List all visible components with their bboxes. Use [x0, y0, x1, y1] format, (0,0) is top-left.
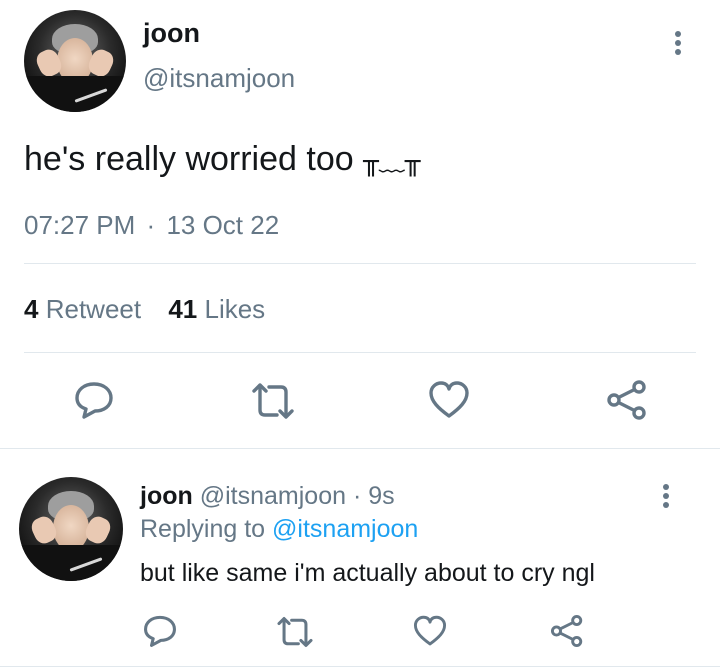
retweets-label: Retweet [45, 294, 142, 324]
replying-to: Replying to @itsnamjoon [140, 513, 418, 545]
tweet-time: 07:27 PM [24, 210, 136, 240]
reply-tweet[interactable]: joon @itsnamjoon · 9s Replying to @itsna… [0, 449, 720, 670]
timestamp-separator: · [146, 210, 156, 240]
reply-age: 9s [368, 482, 395, 510]
divider [24, 352, 696, 353]
reply-button[interactable] [143, 614, 177, 648]
retweet-button[interactable] [275, 616, 315, 648]
like-button[interactable] [413, 614, 447, 648]
avatar-shirt [19, 544, 123, 581]
retweets-stat[interactable]: 4 Retweet [24, 294, 148, 324]
reply-button[interactable] [74, 380, 114, 420]
divider [24, 263, 696, 264]
tweet-text: he's really worried too ╥﹏╥ [24, 139, 420, 182]
reply-icon [144, 615, 176, 647]
divider [0, 666, 720, 667]
author-name[interactable]: joon [143, 17, 200, 49]
tweet-date: 13 Oct 22 [166, 210, 280, 240]
retweets-count: 4 [24, 294, 39, 324]
share-icon [607, 380, 646, 420]
reply-header: joon @itsnamjoon · 9s [140, 480, 395, 512]
main-tweet: joon @itsnamjoon he's really worried too… [0, 0, 720, 448]
share-button[interactable] [606, 380, 648, 420]
avatar[interactable] [24, 10, 126, 112]
retweet-button[interactable] [250, 382, 296, 420]
reply-author-name[interactable]: joon [140, 482, 193, 510]
author-handle[interactable]: @itsnamjoon [143, 62, 295, 94]
reply-separator: · [352, 482, 362, 510]
like-button[interactable] [428, 380, 470, 420]
avatar[interactable] [19, 477, 123, 581]
share-button[interactable] [550, 614, 584, 648]
reply-icon [75, 382, 113, 419]
avatar-shirt [24, 76, 126, 112]
like-icon [429, 381, 469, 418]
replying-to-handle[interactable]: @itsnamjoon [272, 515, 418, 543]
likes-label: Likes [204, 294, 266, 324]
like-icon [413, 615, 447, 646]
reply-author-handle[interactable]: @itsnamjoon [200, 482, 346, 510]
likes-stat[interactable]: 41 Likes [168, 294, 265, 324]
retweet-icon [277, 617, 313, 647]
tweet-stats: 4 Retweet 41 Likes [24, 293, 265, 325]
retweet-icon [252, 383, 294, 419]
reply-text: but like same i'm actually about to cry … [140, 559, 595, 587]
tweet-timestamp: 07:27 PM · 13 Oct 22 [24, 209, 279, 241]
more-options-icon[interactable] [675, 31, 681, 55]
share-icon [550, 614, 583, 648]
replying-to-label: Replying to [140, 515, 266, 543]
more-options-icon[interactable] [663, 484, 669, 508]
tweet-text-body: he's really worried too [24, 140, 354, 178]
likes-count: 41 [168, 294, 198, 324]
crying-emoticon: ╥﹏╥ [363, 147, 421, 177]
